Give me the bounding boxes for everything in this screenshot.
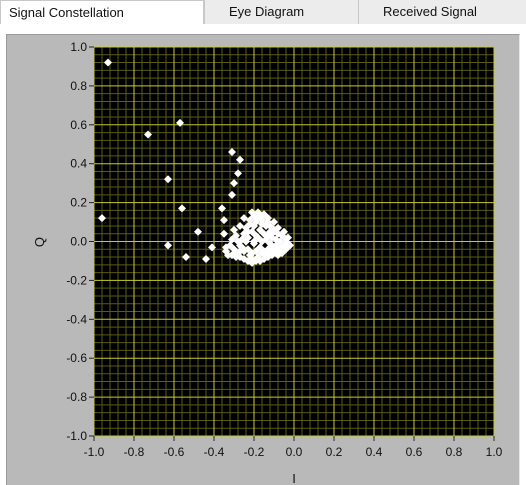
y-tick-label: -0.8 xyxy=(66,390,87,404)
x-tick-label: 0.6 xyxy=(406,445,423,459)
y-tick-label: -0.4 xyxy=(66,312,87,326)
y-tick-label: 0.0 xyxy=(70,235,87,249)
y-axis: 1.0 0.8 0.6 0.4 0.2 0.0 -0.2 -0.4 -0.6 -0.8 -1.0 xyxy=(66,40,94,443)
x-axis: -1.0 -0.8 -0.6 -0.4 -0.2 0.0 0.2 0.4 0.6 0.8 1.0 xyxy=(84,436,503,459)
x-tick-label: 0.2 xyxy=(326,445,343,459)
y-tick-label: -0.2 xyxy=(66,273,87,287)
x-tick-label: -0.4 xyxy=(204,445,225,459)
x-tick-label: 0.4 xyxy=(366,445,383,459)
x-tick-label: -0.2 xyxy=(244,445,265,459)
x-tick-label: -1.0 xyxy=(84,445,105,459)
x-tick-label: 0.0 xyxy=(286,445,303,459)
y-tick-label: 0.8 xyxy=(70,79,87,93)
x-axis-label: I xyxy=(292,471,296,485)
y-tick-label: -1.0 xyxy=(66,429,87,443)
x-tick-label: 0.8 xyxy=(446,445,463,459)
y-tick-label: 0.2 xyxy=(70,196,87,210)
x-tick-label: 1.0 xyxy=(486,445,503,459)
y-tick-label: 0.6 xyxy=(70,118,87,132)
y-axis-label: Q xyxy=(32,237,47,247)
y-tick-label: -0.6 xyxy=(66,351,87,365)
constellation-chart: 1.0 0.8 0.6 0.4 0.2 0.0 -0.2 -0.4 -0.6 -0.8 -1.0 -… xyxy=(32,40,503,485)
x-tick-label: -0.8 xyxy=(124,445,145,459)
y-tick-label: 0.4 xyxy=(70,157,87,171)
y-tick-label: 1.0 xyxy=(70,40,87,54)
x-tick-label: -0.6 xyxy=(164,445,185,459)
